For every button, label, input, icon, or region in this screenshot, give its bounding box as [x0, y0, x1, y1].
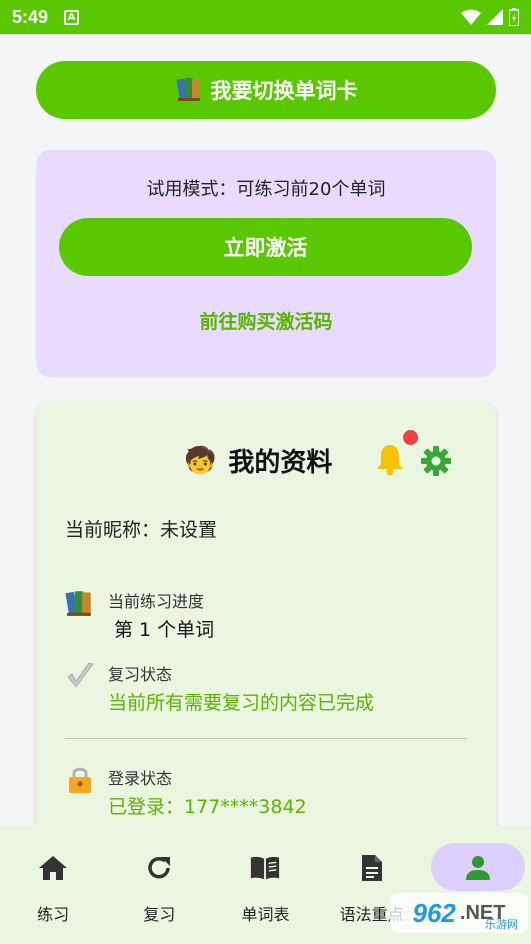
buy-activation-code-link[interactable]: 前往购买激活码: [36, 307, 496, 334]
profile-header: 🧒 我的资料: [184, 442, 332, 479]
person-icon: [462, 852, 494, 884]
lock-icon: [65, 764, 95, 794]
notification-a-icon: A: [64, 9, 80, 25]
review-status-label: 复习状态: [108, 665, 173, 684]
divider: [65, 738, 467, 739]
nav-item-practice[interactable]: 练习: [0, 826, 106, 944]
nav-label: 单词表: [241, 905, 290, 924]
refresh-icon: [143, 852, 175, 884]
checkmark-icon: [65, 660, 95, 690]
profile-card: 🧒 我的资料 当前昵称：未设置 当前练习进度 第 1 个单词 复习状态 当前所有…: [36, 402, 496, 862]
battery-icon: [509, 8, 519, 26]
activate-now-label: 立即激活: [223, 236, 308, 260]
home-icon: [37, 852, 69, 884]
watermark-cn: 乐游网: [485, 919, 518, 931]
book-open-icon: [249, 852, 281, 884]
wifi-icon: [461, 9, 481, 25]
books-icon: [65, 587, 95, 617]
activate-now-button[interactable]: 立即激活: [59, 218, 472, 276]
status-icons: [461, 8, 519, 26]
nav-label: 复习: [143, 905, 176, 924]
books-icon: [175, 74, 203, 107]
site-watermark: 962 .NET 乐游网: [390, 893, 528, 933]
nav-item-word-list[interactable]: 单词表: [212, 826, 318, 944]
login-status-value: 已登录：177****3842: [108, 796, 307, 818]
notification-dot: [403, 430, 418, 445]
bell-icon[interactable]: [375, 442, 405, 476]
watermark-number: 962: [412, 897, 456, 928]
nav-label: 练习: [37, 905, 70, 924]
login-status-label: 登录状态: [108, 769, 173, 788]
signal-icon: [487, 9, 503, 25]
document-icon: [356, 852, 388, 884]
switch-word-card-button[interactable]: 我要切换单词卡: [36, 61, 496, 119]
status-time: 5:49: [12, 6, 49, 27]
profile-title: 我的资料: [228, 448, 333, 478]
avatar-icon: 🧒: [184, 445, 217, 476]
status-bar: 5:49 A: [0, 0, 531, 34]
gear-icon[interactable]: [420, 445, 452, 477]
progress-value: 第 1 个单词: [114, 619, 215, 641]
nickname-text: 当前昵称：未设置: [65, 519, 218, 541]
nav-item-review[interactable]: 复习: [106, 826, 212, 944]
progress-label: 当前练习进度: [108, 592, 205, 611]
trial-mode-text: 试用模式：可练习前20个单词: [146, 179, 386, 200]
switch-word-card-label: 我要切换单词卡: [210, 79, 358, 103]
review-status-value: 当前所有需要复习的内容已完成: [108, 692, 375, 714]
trial-card: 试用模式：可练习前20个单词 立即激活 前往购买激活码: [36, 150, 496, 377]
